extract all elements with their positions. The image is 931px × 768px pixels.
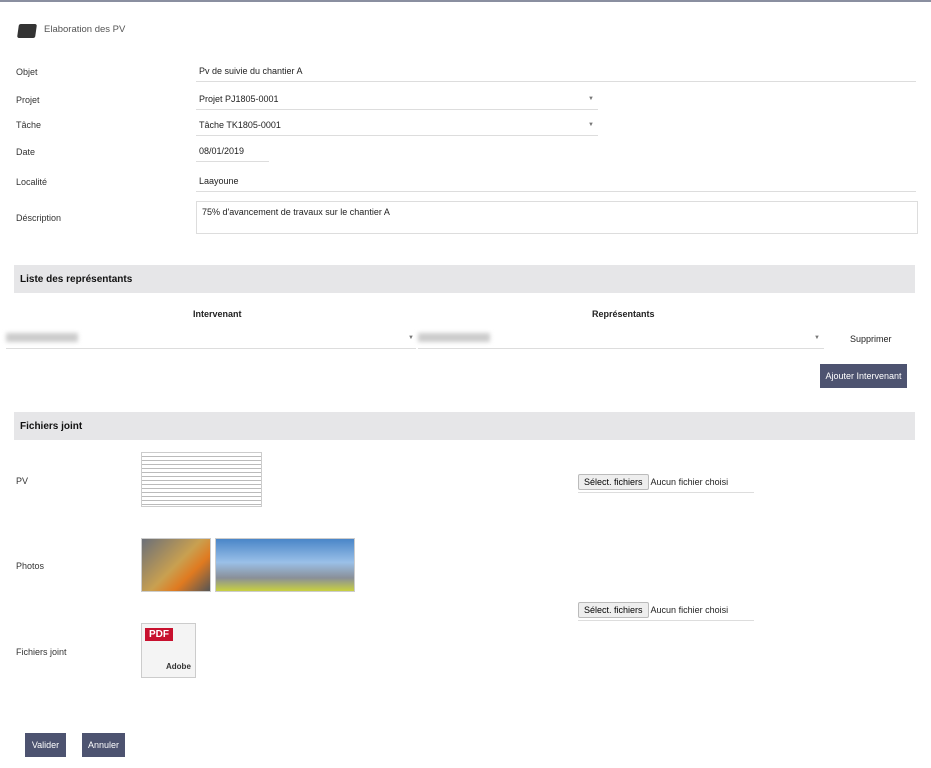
no-file-text: Aucun fichier choisi [650,605,729,615]
pv-file-input[interactable]: Sélect. fichiers Aucun fichier choisi [578,473,754,493]
tache-value: Tâche TK1805-0001 [199,120,281,130]
description-label: Déscription [16,213,62,223]
adobe-text: Adobe [166,662,191,671]
cancel-button[interactable]: Annuler [82,733,125,757]
pdf-badge: PDF [145,628,173,641]
pdf-icon[interactable]: PDF Adobe [141,623,196,678]
col-representants: Représentants [592,309,655,319]
folder-icon [17,24,37,38]
page-title: Elaboration des PV [44,24,126,35]
add-intervenant-button[interactable]: Ajouter Intervenant [820,364,907,388]
validate-button[interactable]: Valider [25,733,66,757]
tache-select[interactable]: Tâche TK1805-0001 ▼ [196,116,598,136]
chevron-down-icon: ▼ [588,96,594,102]
date-label: Date [16,147,36,157]
section-representants: Liste des représentants [14,265,915,293]
chevron-down-icon: ▼ [588,122,594,128]
section-fichiers: Fichiers joint [14,412,915,440]
fichiers-joint-label: Fichiers joint [16,647,67,657]
description-textarea[interactable]: 75% d'avancement de travaux sur le chant… [196,201,918,234]
select-files-button[interactable]: Sélect. fichiers [578,602,649,618]
chevron-down-icon: ▼ [408,335,414,341]
objet-label: Objet [16,67,38,77]
projet-select[interactable]: Projet PJ1805-0001 ▼ [196,90,598,110]
intervenant-select[interactable]: ▼ [6,327,416,349]
col-intervenant: Intervenant [193,309,242,319]
objet-input[interactable]: Pv de suivie du chantier A [196,62,916,82]
select-files-button[interactable]: Sélect. fichiers [578,474,649,490]
date-input[interactable]: 08/01/2019 [196,142,269,162]
representant-select[interactable]: ▼ [418,327,824,349]
no-file-text: Aucun fichier choisi [650,477,729,487]
photo-thumbnail[interactable] [215,538,355,592]
tache-label: Tâche [16,120,42,130]
photos-label: Photos [16,561,45,571]
localite-input[interactable]: Laayoune [196,172,916,192]
photos-file-input[interactable]: Sélect. fichiers Aucun fichier choisi [578,601,754,621]
projet-label: Projet [16,95,40,105]
delete-link[interactable]: Supprimer [850,334,892,344]
pv-thumbnail[interactable] [141,452,262,507]
pv-label: PV [16,476,29,486]
localite-label: Localité [16,177,48,187]
photo-thumbnail[interactable] [141,538,211,592]
chevron-down-icon: ▼ [814,335,820,341]
projet-value: Projet PJ1805-0001 [199,94,279,104]
